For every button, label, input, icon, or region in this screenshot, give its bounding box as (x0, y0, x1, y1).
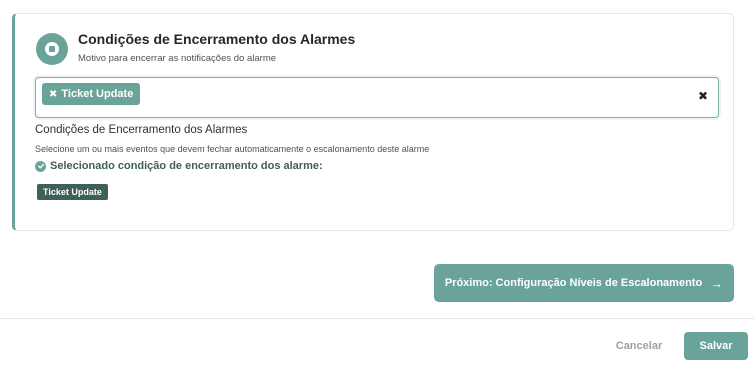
stop-circle-icon (36, 33, 68, 65)
card-title: Condições de Encerramento dos Alarmes (78, 31, 356, 47)
selected-tag-ticket-update: Ticket Update (37, 184, 108, 200)
chip-remove-icon[interactable]: ✖ (49, 89, 57, 100)
check-circle-icon (35, 160, 46, 172)
selected-conditions-label: Selecionado condição de encerramento dos… (35, 160, 323, 172)
selected-label-text: Selecionado condição de encerramento dos… (50, 160, 323, 172)
chip-label: Ticket Update (61, 88, 134, 100)
next-button-label: Próximo: Configuração Níveis de Escalona… (444, 277, 703, 289)
next-escalation-levels-button[interactable]: Próximo: Configuração Níveis de Escalona… (434, 264, 734, 302)
clear-selection-icon[interactable]: ✖ (698, 89, 708, 103)
cancel-button[interactable]: Cancelar (603, 334, 675, 358)
section-title: Condições de Encerramento dos Alarmes (35, 124, 248, 136)
closing-conditions-select[interactable]: ✖ Ticket Update ✖ (35, 77, 719, 118)
section-description: Selecione um ou mais eventos que devem f… (35, 144, 430, 154)
arrow-right-icon: → (710, 275, 724, 291)
footer-divider (0, 318, 754, 319)
save-button[interactable]: Salvar (684, 332, 748, 360)
closing-conditions-card: Condições de Encerramento dos Alarmes Mo… (12, 13, 734, 231)
card-subtitle: Motivo para encerrar as notificações do … (78, 53, 277, 64)
selected-chip-ticket-update: ✖ Ticket Update (42, 83, 141, 105)
